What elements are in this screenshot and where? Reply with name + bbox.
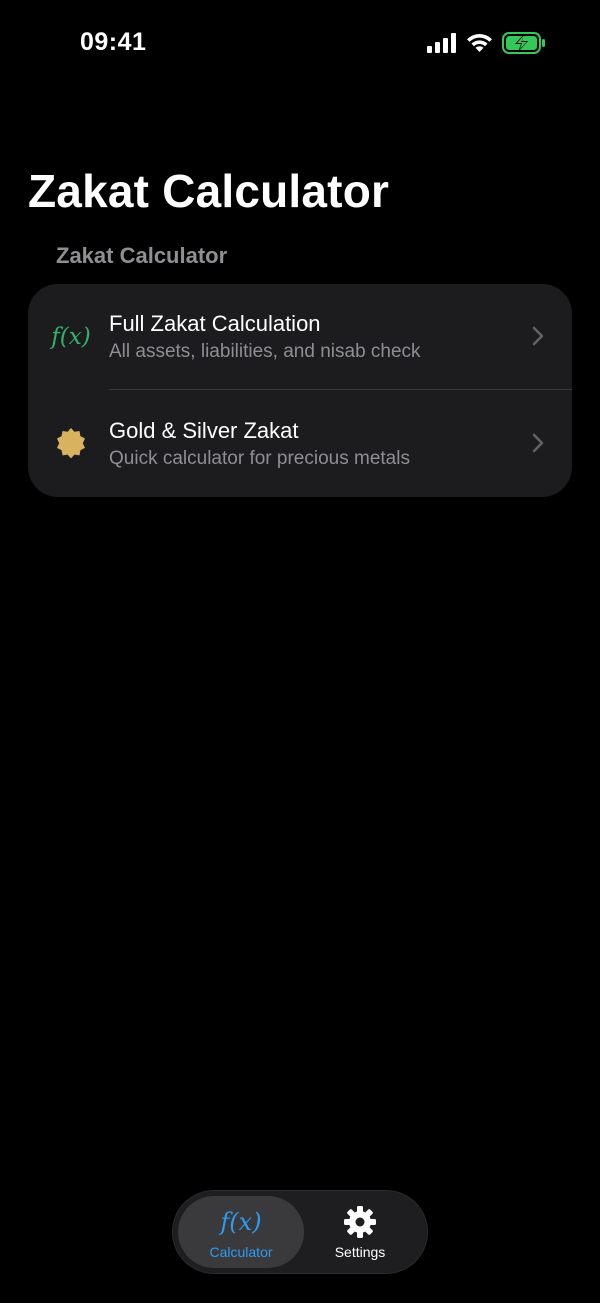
- status-icons: [427, 32, 546, 59]
- calculator-list: f(x) Full Zakat Calculation All assets, …: [28, 284, 572, 497]
- tab-bar: f(x) Calculator Settings: [172, 1190, 428, 1274]
- fx-function-icon: f(x): [220, 1208, 262, 1236]
- fx-function-icon: f(x): [51, 324, 91, 350]
- tab-label: Settings: [334, 1244, 386, 1260]
- tab-calculator[interactable]: f(x) Calculator: [178, 1196, 304, 1268]
- page-title: Zakat Calculator: [28, 165, 390, 217]
- status-time: 09:41: [80, 28, 147, 56]
- seal-badge-icon: [50, 425, 92, 463]
- chevron-right-icon: [532, 326, 544, 351]
- wifi-icon: [466, 33, 493, 58]
- section-header: Zakat Calculator: [56, 243, 228, 268]
- status-bar: 09:41: [0, 0, 600, 90]
- list-item-title: Full Zakat Calculation: [109, 311, 321, 336]
- chevron-right-icon: [532, 433, 544, 458]
- list-item-subtitle: Quick calculator for precious metals: [109, 448, 410, 469]
- tab-label: Calculator: [209, 1244, 273, 1260]
- cellular-signal-icon: [427, 33, 457, 58]
- list-item-gold-silver-zakat[interactable]: Gold & Silver Zakat Quick calculator for…: [28, 391, 572, 497]
- gear-icon: [297, 1206, 423, 1238]
- battery-charging-icon: [502, 32, 546, 59]
- list-item-title: Gold & Silver Zakat: [109, 418, 299, 443]
- list-item-full-zakat[interactable]: f(x) Full Zakat Calculation All assets, …: [28, 284, 572, 390]
- tab-settings[interactable]: Settings: [297, 1196, 423, 1268]
- list-item-subtitle: All assets, liabilities, and nisab check: [109, 341, 421, 362]
- row-divider: [109, 389, 572, 390]
